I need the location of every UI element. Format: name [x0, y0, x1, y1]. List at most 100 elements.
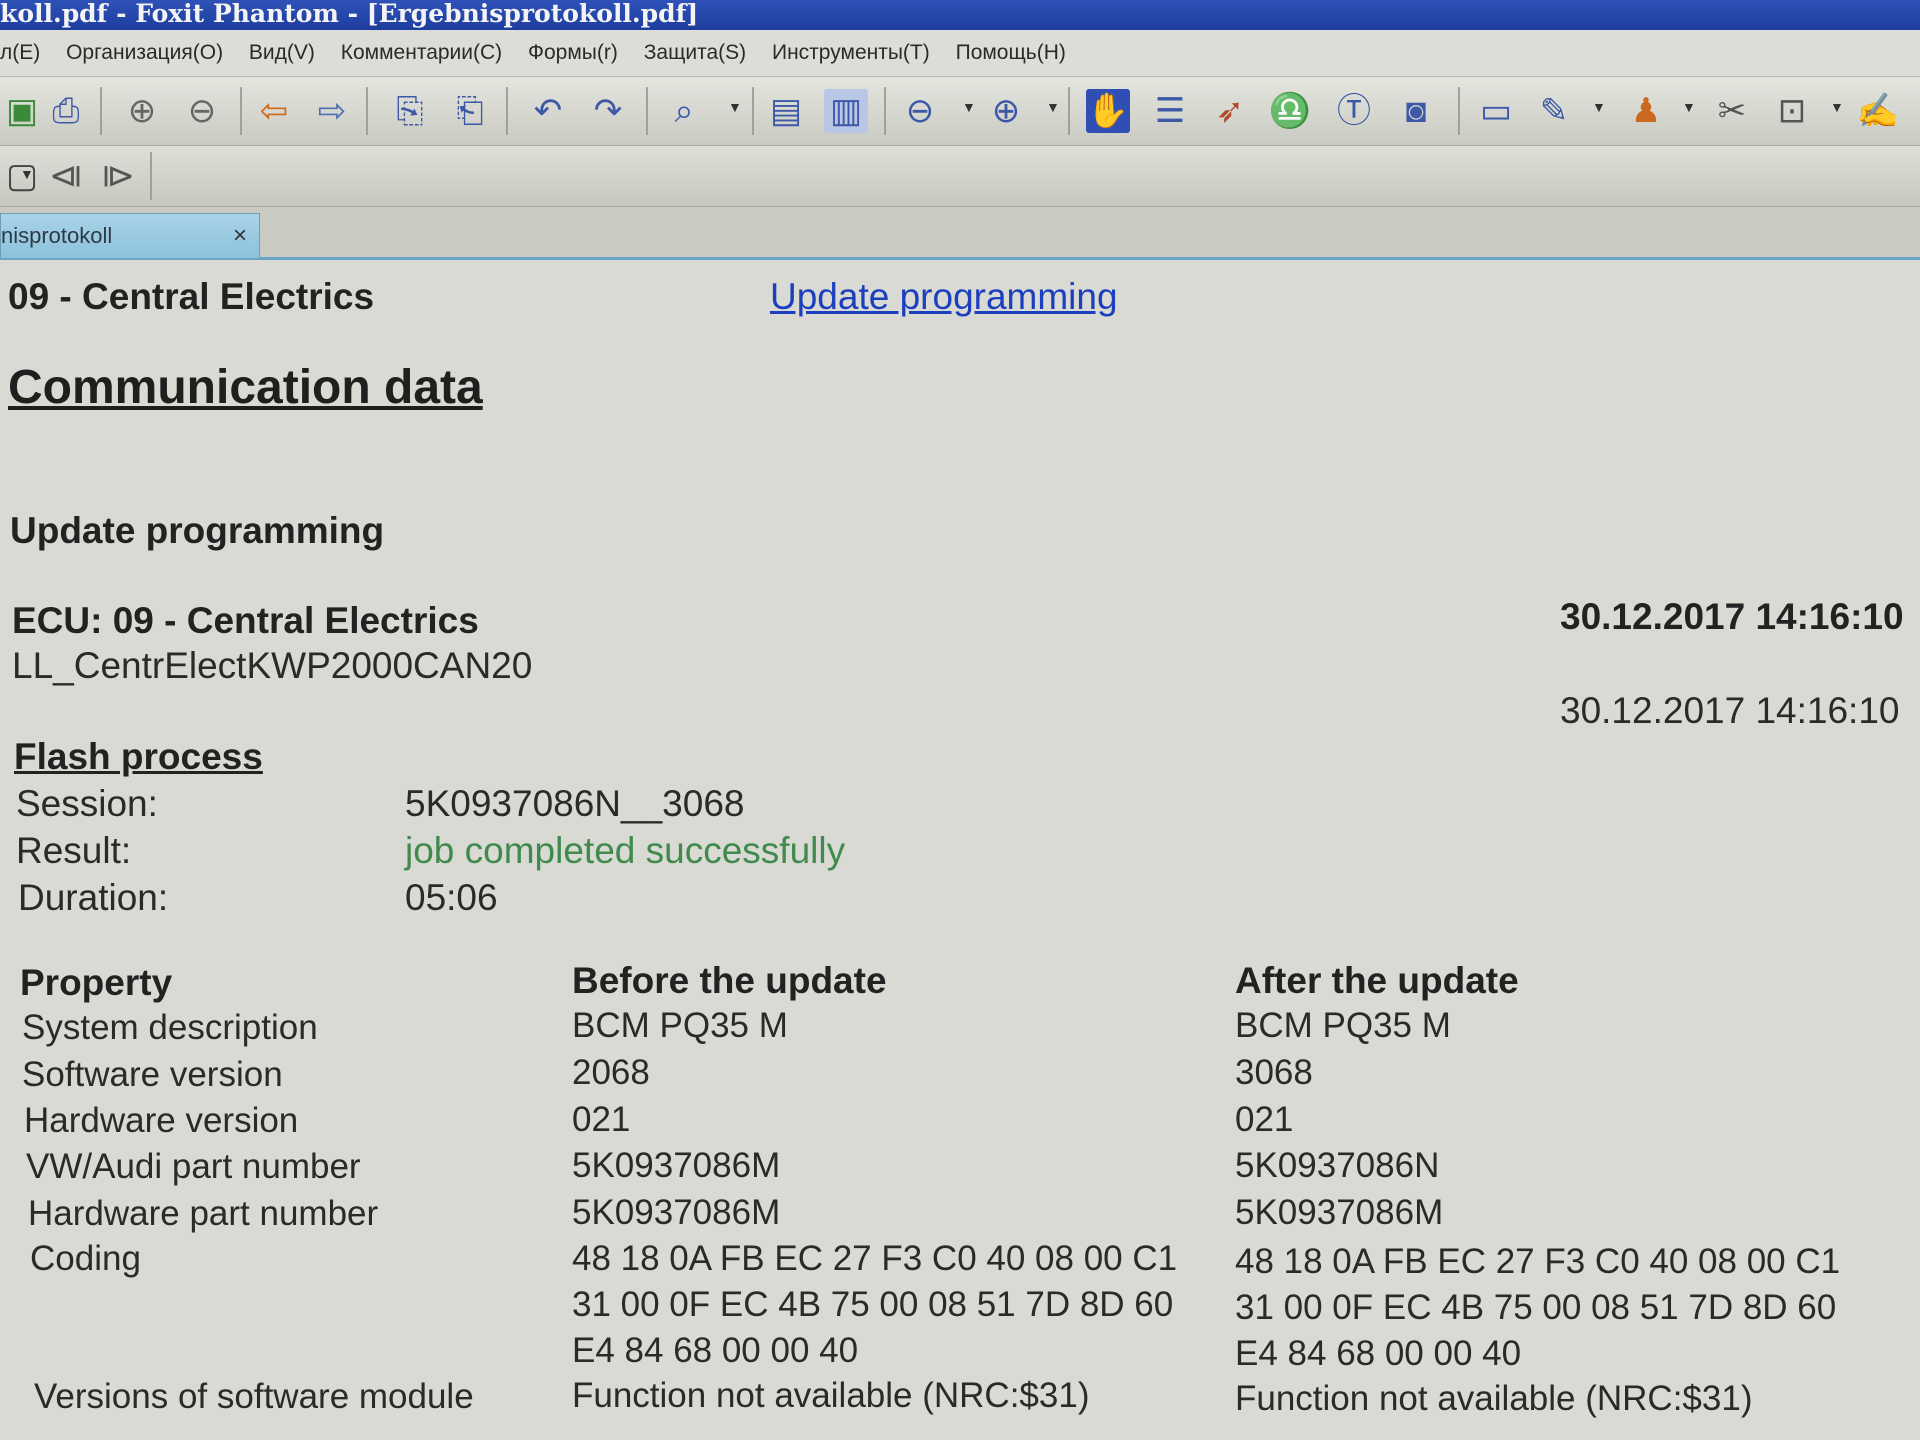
- toolbar-separator: [646, 87, 648, 135]
- coding-before-line: 48 18 0A FB EC 27 F3 C0 40 08 00 C1: [572, 1239, 1178, 1278]
- back-icon[interactable]: ⇦: [252, 89, 296, 133]
- sign-icon[interactable]: ✍: [1856, 89, 1900, 133]
- page-last-icon[interactable]: ⧐: [96, 154, 140, 198]
- insert-pages-icon[interactable]: ⎗: [448, 89, 492, 133]
- toolbar-separator: [100, 87, 102, 135]
- edit-dropdown-arrow[interactable]: ▼: [1592, 99, 1606, 115]
- zoom-icon[interactable]: ⌕: [662, 89, 706, 133]
- result-label: Result:: [16, 830, 132, 871]
- toolbar-separator: [150, 152, 152, 200]
- update-programming-link[interactable]: Update programming: [770, 276, 1118, 318]
- secondary-toolbar: ▢ ▼ ⧏ ⧐: [0, 146, 1920, 207]
- versions-before: Function not available (NRC:$31): [572, 1376, 1090, 1415]
- main-toolbar: ▣ ⎙ ⊕ ⊖ ⇦ ⇨ ⎘ ⎗ ↶ ↷ ⌕ ▼ ▤ ▥ ⊖ ▼ ⊕ ▼ ✋ ☰ …: [0, 77, 1920, 146]
- zoom-in-dropdown-arrow[interactable]: ▼: [1046, 99, 1060, 115]
- redo-icon[interactable]: ↷: [586, 89, 630, 133]
- menu-file[interactable]: л(E): [0, 30, 40, 76]
- find-icon[interactable]: ♎: [1268, 89, 1312, 133]
- menu-view[interactable]: Вид(V): [249, 30, 315, 76]
- menu-protect[interactable]: Защита(S): [644, 30, 746, 76]
- coding-after-line: 48 18 0A FB EC 27 F3 C0 40 08 00 C1: [1235, 1242, 1841, 1281]
- table-row-before: 021: [572, 1100, 631, 1139]
- toolbar-separator: [240, 87, 242, 135]
- toolbar-separator: [884, 87, 886, 135]
- box-dropdown-arrow[interactable]: ▼: [20, 166, 34, 182]
- table-row-property: System description: [22, 1008, 318, 1047]
- print-icon[interactable]: ⎙: [44, 89, 88, 133]
- window-title: koll.pdf - Foxit Phantom - [Ergebnisprot…: [0, 0, 699, 28]
- zoom-in-icon[interactable]: ⊕: [984, 89, 1028, 133]
- tab-document[interactable]: nisprotokoll ×: [0, 213, 260, 258]
- document-tab-strip: nisprotokoll ×: [0, 207, 1920, 260]
- table-header-after: After the update: [1235, 960, 1519, 1001]
- table-row-before: BCM PQ35 M: [572, 1006, 788, 1045]
- lock-icon[interactable]: ⊡: [1770, 89, 1814, 133]
- select-text-icon[interactable]: ☰: [1148, 89, 1192, 133]
- tab-title: nisprotokoll: [1, 223, 113, 248]
- toolbar-separator: [366, 87, 368, 135]
- toolbar-separator: [1458, 87, 1460, 135]
- menu-help[interactable]: Помощь(H): [956, 30, 1066, 76]
- coding-before-line: 31 00 0F EC 4B 75 00 08 51 7D 8D 60: [572, 1285, 1174, 1324]
- close-icon[interactable]: ×: [233, 214, 247, 258]
- ecu-name: LL_CentrElectKWP2000CAN20: [12, 645, 533, 686]
- coding-after-line: E4 84 68 00 00 40: [1235, 1334, 1522, 1373]
- menu-bar: л(E) Организация(O) Вид(V) Комментарии(C…: [0, 30, 1920, 77]
- coding-after-line: 31 00 0F EC 4B 75 00 08 51 7D 8D 60: [1235, 1288, 1837, 1327]
- table-row-after: BCM PQ35 M: [1235, 1006, 1451, 1045]
- forward-icon[interactable]: ⇨: [310, 89, 354, 133]
- zoom-out-icon[interactable]: ⊖: [898, 89, 942, 133]
- duration-value: 05:06: [405, 877, 498, 918]
- menu-tools[interactable]: Инструменты(T): [772, 30, 930, 76]
- versions-after: Function not available (NRC:$31): [1235, 1379, 1753, 1418]
- table-row-after: 021: [1235, 1100, 1294, 1139]
- table-row-property: VW/Audi part number: [26, 1147, 361, 1186]
- table-row-after: 5K0937086N: [1235, 1146, 1440, 1185]
- stamp-dropdown-arrow[interactable]: ▼: [1682, 99, 1696, 115]
- table-row-after: 3068: [1235, 1053, 1313, 1092]
- subsection-title: Update programming: [10, 510, 385, 551]
- lock-dropdown-arrow[interactable]: ▼: [1830, 99, 1844, 115]
- typewriter-icon[interactable]: Ⓣ: [1332, 89, 1376, 133]
- menu-forms[interactable]: Формы(r): [528, 30, 618, 76]
- table-row-after: 5K0937086M: [1235, 1193, 1444, 1232]
- next-page-icon[interactable]: ⊖: [180, 89, 224, 133]
- prev-page-icon[interactable]: ⊕: [120, 89, 164, 133]
- title-bar: koll.pdf - Foxit Phantom - [Ergebnisprot…: [0, 0, 1920, 30]
- result-value: job completed successfully: [405, 830, 846, 871]
- menu-comments[interactable]: Комментарии(C): [341, 30, 502, 76]
- fit-page-icon[interactable]: ▤: [764, 89, 808, 133]
- snapshot-icon[interactable]: ◙: [1394, 89, 1438, 133]
- module-heading: 09 - Central Electrics: [8, 276, 375, 317]
- table-row-property: Hardware part number: [28, 1194, 379, 1233]
- extract-pages-icon[interactable]: ⎘: [388, 89, 432, 133]
- attach-icon[interactable]: ✂: [1710, 89, 1754, 133]
- edit-icon[interactable]: ✎: [1532, 89, 1576, 133]
- select-arrow-icon[interactable]: ➶: [1208, 89, 1252, 133]
- table-row-before: 2068: [572, 1053, 650, 1092]
- duration-label: Duration:: [18, 877, 169, 918]
- section-title: Communication data: [8, 361, 483, 414]
- table-row-before: 5K0937086M: [572, 1146, 781, 1185]
- ecu-datetime-bold: 30.12.2017 14:16:10: [1560, 596, 1904, 637]
- view-icon[interactable]: ▭: [1474, 89, 1518, 133]
- toolbar-separator: [506, 87, 508, 135]
- hand-icon[interactable]: ✋: [1086, 89, 1130, 133]
- menu-organize[interactable]: Организация(O): [66, 30, 223, 76]
- document-page: 09 - Central Electrics Update programmin…: [0, 260, 1920, 1440]
- table-row-property: Hardware version: [24, 1101, 299, 1140]
- save-check-icon[interactable]: ▣: [0, 89, 44, 133]
- stamp-icon[interactable]: ♟: [1624, 89, 1668, 133]
- undo-icon[interactable]: ↶: [526, 89, 570, 133]
- zoom-dropdown-arrow[interactable]: ▼: [728, 99, 742, 115]
- coding-before-line: E4 84 68 00 00 40: [572, 1331, 859, 1370]
- zoom-out-dropdown-arrow[interactable]: ▼: [962, 99, 976, 115]
- table-header-before: Before the update: [572, 960, 887, 1001]
- versions-label: Versions of software module: [34, 1377, 474, 1416]
- flash-process-title: Flash process: [14, 736, 263, 777]
- coding-label: Coding: [30, 1239, 141, 1278]
- page-first-icon[interactable]: ⧏: [44, 154, 88, 198]
- fit-width-icon[interactable]: ▥: [824, 89, 868, 133]
- ecu-title: ECU: 09 - Central Electrics: [12, 600, 479, 641]
- ecu-datetime: 30.12.2017 14:16:10: [1560, 690, 1900, 731]
